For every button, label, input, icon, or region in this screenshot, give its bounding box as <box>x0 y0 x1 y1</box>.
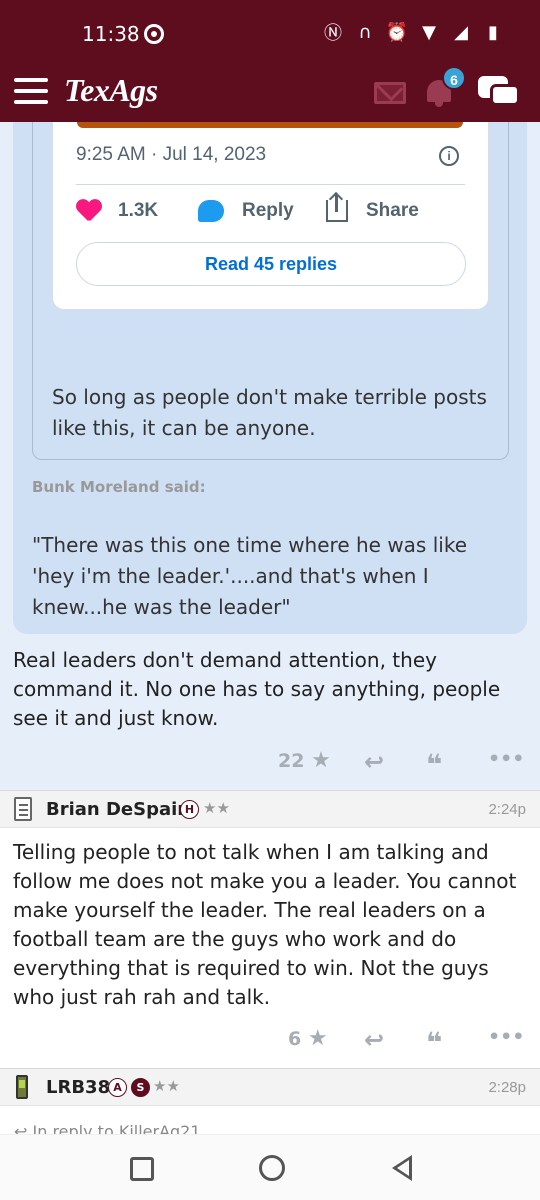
signal-icon: ◢ <box>454 21 468 43</box>
tweet-media-edge <box>77 122 463 128</box>
share-button[interactable]: Share <box>326 194 419 222</box>
share-icon <box>326 194 348 222</box>
nfc-icon: Ⓝ <box>324 23 342 44</box>
username[interactable]: Brian DeSpain <box>46 799 190 820</box>
star-icon: ★ <box>311 748 331 773</box>
quote-icon[interactable]: ❝ <box>426 1026 442 1059</box>
post-actions: 22 ★ ↩ ❝ ••• <box>276 748 536 781</box>
read-replies-button[interactable]: Read 45 replies <box>76 242 466 286</box>
status-bar: 11:38 Ⓝ ∩ ⏰ ▼ ◢ ▮ <box>0 0 540 64</box>
more-icon[interactable]: ••• <box>488 748 524 770</box>
post-actions: 6 ★ ↩ ❝ ••• <box>276 1026 536 1059</box>
info-icon[interactable]: i <box>439 146 459 166</box>
user-badge: A <box>108 1078 127 1097</box>
outer-quote-text: "There was this one time where he was li… <box>32 533 467 619</box>
reply-icon[interactable]: ↩ <box>364 748 384 776</box>
reply-to-link[interactable]: ↩ In reply to KillerAg21 <box>14 1122 201 1134</box>
share-label: Share <box>366 200 419 221</box>
system-nav-bar <box>0 1134 540 1200</box>
post-time: 2:24p <box>488 801 526 818</box>
inner-quote-text: So long as people don't make terrible po… <box>52 385 487 440</box>
reply-bubble-icon <box>198 200 224 222</box>
post-body: Real leaders don't demand attention, the… <box>13 648 501 730</box>
post-time: 2:28p <box>488 1079 526 1096</box>
reply-to-text: In reply to KillerAg21 <box>32 1122 201 1134</box>
quote-icon[interactable]: ❝ <box>426 748 442 781</box>
post-header: LRB38 A S ★★ 2:28p <box>0 1068 540 1106</box>
quote-attribution[interactable]: Bunk Moreland said: <box>32 478 206 496</box>
headphones-icon: ∩ <box>358 21 372 43</box>
username[interactable]: LRB38 <box>46 1077 110 1098</box>
more-icon[interactable]: ••• <box>488 1026 524 1048</box>
quote-block: 9:25 AM · Jul 14, 2023 i 1.3K Reply Shar… <box>13 122 527 634</box>
user-badge: H <box>180 800 199 819</box>
alarm-icon: ⏰ <box>385 21 409 43</box>
star-icon: ★ <box>307 1026 328 1051</box>
post-body: Telling people to not talk when I am tal… <box>13 840 517 1009</box>
tweet-timestamp[interactable]: 9:25 AM · Jul 14, 2023 <box>76 144 266 166</box>
reply-button[interactable]: Reply <box>198 200 294 222</box>
document-avatar-icon <box>14 797 32 821</box>
user-stars: ★★ <box>203 800 230 817</box>
star-count: 22 <box>278 750 305 772</box>
star-count: 6 <box>288 1028 302 1050</box>
chrome-icon <box>144 24 164 44</box>
post: 9:25 AM · Jul 14, 2023 i 1.3K Reply Shar… <box>0 122 540 790</box>
wifi-icon: ▼ <box>422 21 436 43</box>
battery-icon: ▮ <box>488 21 498 43</box>
mail-icon[interactable] <box>374 82 406 104</box>
user-stars: ★★ <box>153 1078 180 1095</box>
like-button[interactable]: 1.3K <box>76 200 158 222</box>
tweet-actions: 1.3K Reply Share <box>76 194 476 230</box>
like-count: 1.3K <box>118 200 159 221</box>
heart-icon <box>76 200 102 222</box>
back-icon[interactable] <box>392 1155 412 1181</box>
app-header: TexAgs 6 <box>0 64 540 122</box>
phone-avatar-icon <box>16 1075 28 1099</box>
user-badge: S <box>131 1078 150 1097</box>
chat-icon[interactable] <box>478 76 522 112</box>
status-icons: Ⓝ ∩ ⏰ ▼ ◢ ▮ <box>322 20 504 45</box>
nested-quote: 9:25 AM · Jul 14, 2023 i 1.3K Reply Shar… <box>32 122 509 460</box>
post-header: Brian DeSpain H ★★ 2:24p <box>0 790 540 828</box>
home-icon[interactable] <box>259 1155 285 1181</box>
star-button[interactable]: 22 ★ <box>278 748 331 773</box>
status-time: 11:38 <box>82 22 140 46</box>
tweet-divider <box>76 184 465 185</box>
reply-icon[interactable]: ↩ <box>364 1026 384 1054</box>
embedded-tweet: 9:25 AM · Jul 14, 2023 i 1.3K Reply Shar… <box>52 122 489 310</box>
site-logo[interactable]: TexAgs <box>64 72 158 109</box>
reply-label: Reply <box>242 200 294 221</box>
star-button[interactable]: 6 ★ <box>288 1026 328 1051</box>
thread-content[interactable]: 9:25 AM · Jul 14, 2023 i 1.3K Reply Shar… <box>0 122 540 1134</box>
notification-badge: 6 <box>442 66 466 90</box>
reply-arrow-icon: ↩ <box>14 1122 28 1134</box>
recent-apps-icon[interactable] <box>130 1157 154 1181</box>
menu-icon[interactable] <box>14 78 48 104</box>
